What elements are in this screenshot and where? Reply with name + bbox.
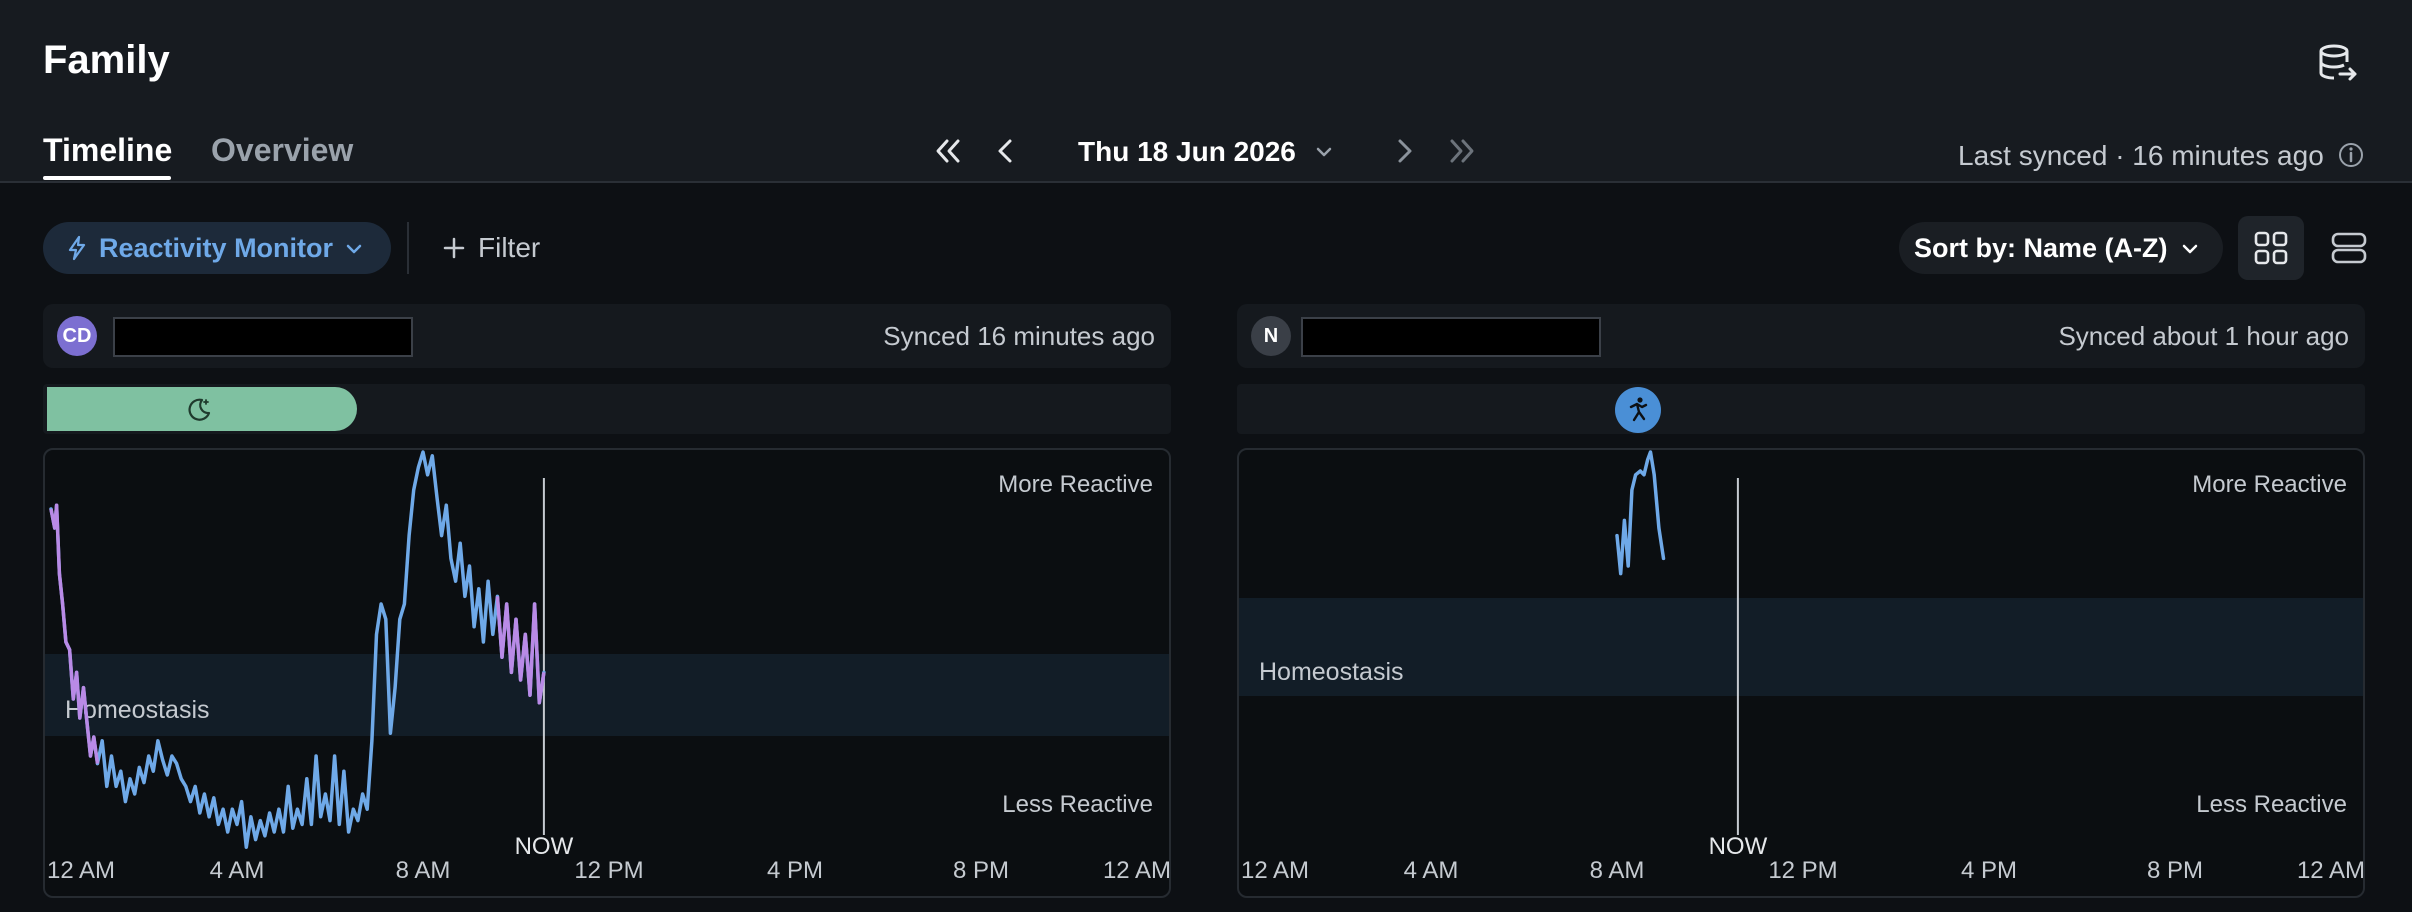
- x-tick-label: 8 AM: [1590, 857, 1645, 884]
- plus-icon: [443, 237, 465, 259]
- x-tick-label: 12 AM: [47, 857, 115, 884]
- more-reactive-label: More Reactive: [2192, 471, 2347, 498]
- chevron-down-icon: [2182, 244, 2198, 254]
- tab-overview[interactable]: Overview: [211, 132, 353, 169]
- date-picker-label[interactable]: Thu 18 Jun 2026: [1078, 136, 1296, 168]
- x-tick-label: 4 AM: [210, 857, 265, 884]
- tab-timeline[interactable]: Timeline: [43, 132, 172, 169]
- reactivity-chart: Homeostasis More Reactive Less Reactive NOW…: [1237, 448, 2365, 898]
- active-tab-indicator: [43, 176, 171, 180]
- now-label: NOW: [1709, 833, 1768, 860]
- double-chevron-right-icon[interactable]: [1444, 133, 1480, 169]
- card-synced-text: Synced about 1 hour ago: [2058, 321, 2349, 351]
- chevron-down-icon: [346, 244, 362, 254]
- homeostasis-label: Homeostasis: [1259, 658, 1404, 686]
- chevron-right-icon[interactable]: [1386, 133, 1422, 169]
- exercise-marker[interactable]: [1615, 387, 1661, 433]
- x-tick-label: 8 AM: [396, 857, 451, 884]
- database-sync-icon[interactable]: [2316, 42, 2358, 84]
- reactivity-line: [49, 450, 546, 849]
- reactivity-monitor-label: Reactivity Monitor: [99, 233, 334, 263]
- double-chevron-left-icon[interactable]: [930, 133, 966, 169]
- member-name-redacted: [113, 317, 413, 357]
- less-reactive-label: Less Reactive: [2196, 791, 2347, 818]
- sleep-period-bar[interactable]: [47, 387, 357, 431]
- x-tick-label: 4 PM: [767, 857, 823, 884]
- homeostasis-band: [1239, 598, 2363, 696]
- x-tick-label: 12 PM: [1768, 857, 1837, 884]
- sort-dropdown[interactable]: Sort by: Name (A-Z): [1899, 222, 2223, 274]
- list-view-icon: [2331, 232, 2367, 264]
- filter-label: Filter: [478, 232, 541, 263]
- page-title: Family: [43, 38, 170, 82]
- moon-star-icon: [188, 398, 211, 421]
- activity-strip: [1237, 384, 2365, 434]
- more-reactive-label: More Reactive: [998, 471, 1153, 498]
- less-reactive-label: Less Reactive: [1002, 791, 1153, 818]
- x-tick-label: 12 PM: [574, 857, 643, 884]
- member-card-header[interactable]: N Synced about 1 hour ago: [1237, 304, 2365, 368]
- x-tick-label: 8 PM: [953, 857, 1009, 884]
- x-tick-label: 8 PM: [2147, 857, 2203, 884]
- grid-view-button[interactable]: [2238, 216, 2304, 280]
- x-tick-label: 12 AM: [1241, 857, 1309, 884]
- x-tick-label: 12 AM: [2297, 857, 2365, 884]
- sort-label: Sort by: Name (A-Z): [1914, 233, 2168, 263]
- homeostasis-band: [45, 654, 1169, 736]
- now-label: NOW: [515, 833, 574, 860]
- grid-view-icon: [2254, 231, 2288, 265]
- reactivity-chart-plot: Homeostasis More Reactive Less Reactive NOW…: [1239, 450, 2365, 884]
- reactivity-chart: Homeostasis More Reactive Less Reactive NOW…: [43, 448, 1171, 898]
- chevron-down-icon[interactable]: [1312, 140, 1336, 164]
- reactivity-chart-plot: HomeostasisMore ReactiveLess ReactiveNOW…: [45, 450, 1171, 884]
- x-tick-label: 4 PM: [1961, 857, 2017, 884]
- bolt-icon: [68, 235, 86, 261]
- list-view-button[interactable]: [2316, 216, 2382, 280]
- card-synced-text: Synced 16 minutes ago: [883, 321, 1155, 351]
- activity-strip: [43, 384, 1171, 434]
- reactivity-line: [1615, 450, 1666, 576]
- x-tick-label: 4 AM: [1404, 857, 1459, 884]
- last-synced-text: Last synced · 16 minutes ago: [1958, 140, 2324, 171]
- reactivity-monitor-dropdown[interactable]: Reactivity Monitor: [43, 222, 391, 274]
- running-person-icon: [1629, 397, 1648, 422]
- info-icon[interactable]: [2337, 141, 2365, 169]
- avatar: N: [1251, 316, 1291, 356]
- member-name-redacted: [1301, 317, 1601, 357]
- x-tick-label: 12 AM: [1103, 857, 1171, 884]
- filter-button[interactable]: Filter: [440, 222, 560, 274]
- member-card-header[interactable]: CD Synced 16 minutes ago: [43, 304, 1171, 368]
- avatar: CD: [57, 316, 97, 356]
- toolbar-divider: [407, 222, 409, 274]
- top-bar: Family Timeline Overview Thu 18 Jun 2026…: [0, 0, 2412, 183]
- chevron-left-icon[interactable]: [988, 133, 1024, 169]
